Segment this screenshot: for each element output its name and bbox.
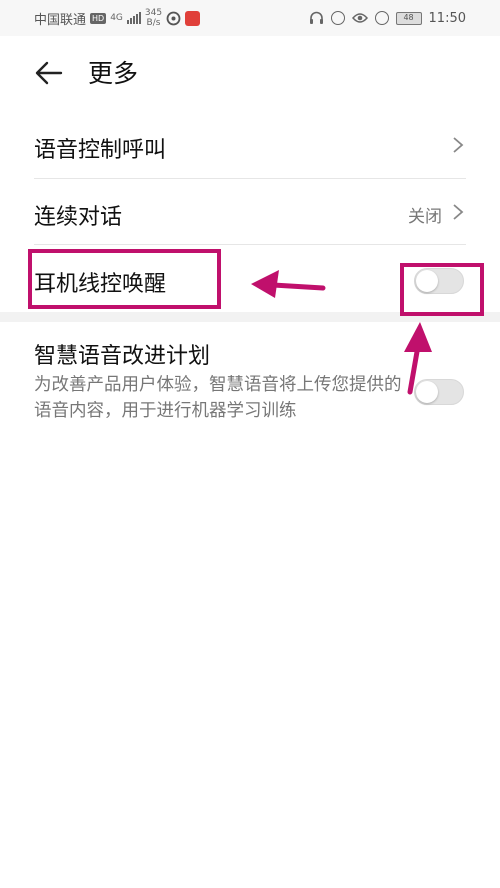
status-left: 中国联通 HD 4G 345 B/s — [34, 0, 201, 36]
status-bar: 中国联通 HD 4G 345 B/s 48 11:50 — [0, 0, 500, 36]
net-speed-unit: B/s — [146, 18, 161, 28]
signal-icon — [126, 12, 141, 24]
voice-call-row[interactable]: 语音控制呼叫 — [34, 112, 466, 179]
continuous-dialog-row[interactable]: 连续对话 关闭 — [34, 178, 466, 245]
continuous-dialog-label: 连续对话 — [34, 205, 123, 230]
carrier-name: 中国联通 — [34, 12, 87, 28]
annotation-box-toggle — [400, 263, 484, 316]
page-title: 更多 — [88, 59, 139, 88]
nfc-icon — [330, 11, 345, 25]
alarm-icon — [374, 11, 389, 25]
network-type: 4G — [110, 12, 123, 23]
improve-plan-label: 智慧语音改进计划 — [34, 344, 211, 369]
net-speed-value: 345 — [144, 8, 163, 18]
voice-call-label: 语音控制呼叫 — [34, 138, 167, 163]
annotation-arrow-up-icon — [404, 322, 432, 395]
improve-plan-description: 为改善产品用户体验，智慧语音将上传您提供的语音内容，用于进行机器学习训练 — [34, 375, 402, 421]
clock: 11:50 — [428, 10, 466, 26]
app-notification-icon — [166, 11, 181, 25]
chevron-right-icon — [453, 204, 464, 220]
battery-icon: 48 — [395, 11, 422, 25]
back-arrow-icon[interactable] — [34, 58, 64, 88]
hd-badge: HD — [90, 12, 107, 24]
app-red-icon — [185, 10, 201, 26]
app-header: 更多 — [0, 36, 500, 112]
chevron-right-icon — [453, 137, 464, 153]
annotation-box-label — [28, 249, 221, 309]
eye-icon — [351, 13, 368, 23]
headset-icon — [309, 11, 323, 24]
net-speed: 345 B/s — [145, 8, 162, 28]
status-right: 48 11:50 — [309, 0, 466, 36]
annotation-arrow-left-icon — [251, 270, 326, 298]
continuous-dialog-value: 关闭 — [408, 207, 442, 227]
